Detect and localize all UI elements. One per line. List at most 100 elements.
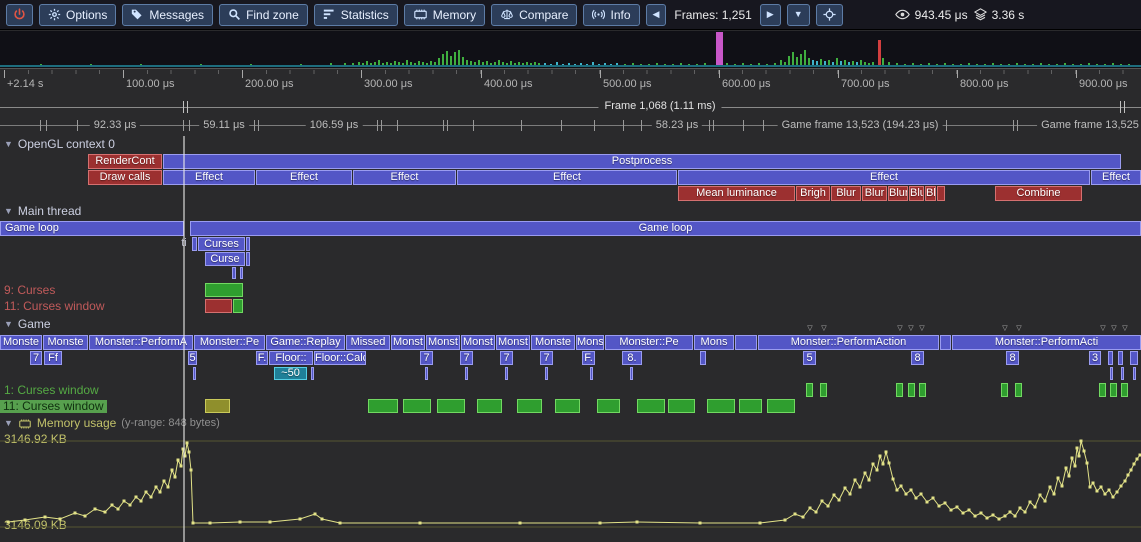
zone[interactable] xyxy=(205,399,230,413)
zone-combine[interactable]: Combine xyxy=(995,186,1082,201)
zone-8[interactable]: 8 xyxy=(1006,351,1019,365)
zone-rendercont[interactable]: RenderCont xyxy=(88,154,162,169)
zone-blur[interactable]: Blur xyxy=(831,186,861,201)
zone[interactable] xyxy=(700,351,706,365)
zone-mons[interactable]: Mons xyxy=(576,335,604,350)
zone-8[interactable]: 8. xyxy=(622,351,642,365)
info-button[interactable]: Info xyxy=(583,4,639,26)
zone-curses[interactable]: Curses xyxy=(198,237,245,251)
zone[interactable] xyxy=(637,399,665,413)
zone-brigh[interactable]: Brigh xyxy=(796,186,830,201)
zone-draw-calls[interactable]: Draw calls xyxy=(88,170,162,185)
zone-blur[interactable]: Blur xyxy=(888,186,908,201)
section-header-opengl-context-0[interactable]: ▼OpenGL context 0 xyxy=(4,138,115,151)
zone[interactable] xyxy=(233,299,243,313)
memory-button[interactable]: Memory xyxy=(404,4,485,26)
zone[interactable] xyxy=(1110,383,1117,397)
zone-8[interactable]: 8 xyxy=(911,351,924,365)
zone-7[interactable]: 7 xyxy=(30,351,42,365)
zone-3[interactable]: 3 xyxy=(1089,351,1101,365)
zone-game-loop[interactable]: Game loop xyxy=(190,221,1141,236)
zone[interactable] xyxy=(908,383,915,397)
section-header-main-thread[interactable]: ▼Main thread xyxy=(4,205,81,218)
zone-effect[interactable]: Effect xyxy=(256,170,352,185)
zone-effect[interactable]: Effect xyxy=(353,170,456,185)
track-label-11-curses-window[interactable]: 11: Curses window xyxy=(4,300,105,313)
zone-f[interactable]: F. xyxy=(582,351,595,365)
zone[interactable] xyxy=(707,399,735,413)
zone[interactable] xyxy=(597,399,620,413)
zone[interactable] xyxy=(735,335,757,350)
zone[interactable] xyxy=(668,399,695,413)
zone-blur[interactable]: Blur xyxy=(862,186,887,201)
zone[interactable] xyxy=(1110,367,1113,380)
section-header-memory-usage[interactable]: ▼Memory usage(y-range: 848 bytes) xyxy=(4,417,220,430)
zone[interactable] xyxy=(1015,383,1022,397)
track-label-11-curses-window[interactable]: 11: Curses window xyxy=(0,400,107,413)
zone[interactable] xyxy=(368,399,398,413)
zone-monst[interactable]: Monst xyxy=(496,335,530,350)
options-button[interactable]: Options xyxy=(39,4,116,26)
zone-game-replay[interactable]: Game::Replay xyxy=(266,335,345,350)
zone-curse[interactable]: Curse xyxy=(205,252,245,266)
zone-monst[interactable]: Monst xyxy=(461,335,495,350)
zone[interactable] xyxy=(246,252,250,266)
zone[interactable] xyxy=(477,399,502,413)
compare-button[interactable]: Compare xyxy=(491,4,577,26)
zone-effect[interactable]: Effect xyxy=(163,170,255,185)
zone-5[interactable]: 5 xyxy=(188,351,197,365)
zone-mons[interactable]: Mons xyxy=(694,335,734,350)
zone-effect[interactable]: Effect xyxy=(457,170,677,185)
zone-missed[interactable]: Missed xyxy=(346,335,390,350)
zone-monst[interactable]: Monst xyxy=(426,335,460,350)
crosshair-button[interactable] xyxy=(816,4,843,26)
zone[interactable] xyxy=(465,367,468,380)
zone-7[interactable]: 7 xyxy=(500,351,513,365)
zone[interactable] xyxy=(919,383,926,397)
zone[interactable] xyxy=(1133,367,1136,380)
zone[interactable] xyxy=(240,267,243,279)
zone[interactable] xyxy=(193,367,196,380)
zone[interactable] xyxy=(1118,351,1123,365)
zone[interactable] xyxy=(517,399,542,413)
zone[interactable] xyxy=(205,283,243,297)
zone[interactable] xyxy=(1108,351,1113,365)
zone-effect[interactable]: Effect xyxy=(1091,170,1141,185)
zone-mean-luminance[interactable]: Mean luminance xyxy=(678,186,795,201)
prev-frame-button[interactable]: ◀ xyxy=(646,4,667,26)
zone[interactable] xyxy=(425,367,428,380)
zone[interactable] xyxy=(246,237,250,251)
zone-floor-calc[interactable]: Floor::Calc xyxy=(314,351,366,365)
track-label-9-curses[interactable]: 9: Curses xyxy=(4,284,55,297)
zone-monst[interactable]: Monst xyxy=(391,335,425,350)
zone-50[interactable]: ~50 xyxy=(274,367,307,380)
next-frame-button[interactable]: ▶ xyxy=(760,4,781,26)
statistics-button[interactable]: Statistics xyxy=(314,4,398,26)
zone[interactable] xyxy=(1099,383,1106,397)
zone[interactable] xyxy=(205,299,232,313)
section-header-game[interactable]: ▼Game xyxy=(4,318,51,331)
zone-monster-pe[interactable]: Monster::Pe xyxy=(605,335,693,350)
zoom-to-frame-button[interactable]: ▼ xyxy=(787,4,810,26)
zone[interactable] xyxy=(820,383,827,397)
zone[interactable] xyxy=(192,237,197,251)
zone[interactable] xyxy=(232,267,236,279)
zone[interactable] xyxy=(940,335,951,350)
zone-monster-performacti[interactable]: Monster::PerformActi xyxy=(952,335,1141,350)
zone[interactable] xyxy=(1121,383,1128,397)
zone-7[interactable]: 7 xyxy=(460,351,473,365)
zone-monster-performaction[interactable]: Monster::PerformAction xyxy=(758,335,939,350)
power-button[interactable] xyxy=(6,4,33,26)
zone-ff[interactable]: Ff xyxy=(44,351,62,365)
zone[interactable] xyxy=(505,367,508,380)
zone[interactable] xyxy=(555,399,580,413)
zone-blur[interactable]: Blur xyxy=(909,186,924,201)
zone-monste[interactable]: Monste xyxy=(0,335,42,350)
zone[interactable] xyxy=(311,367,314,380)
find-zone-button[interactable]: Find zone xyxy=(219,4,308,26)
zone-monste[interactable]: Monste xyxy=(43,335,88,350)
zone[interactable] xyxy=(739,399,762,413)
zone-bl[interactable]: Bl xyxy=(925,186,936,201)
zone-5[interactable]: 5 xyxy=(803,351,816,365)
zone-floor[interactable]: Floor:: xyxy=(269,351,313,365)
